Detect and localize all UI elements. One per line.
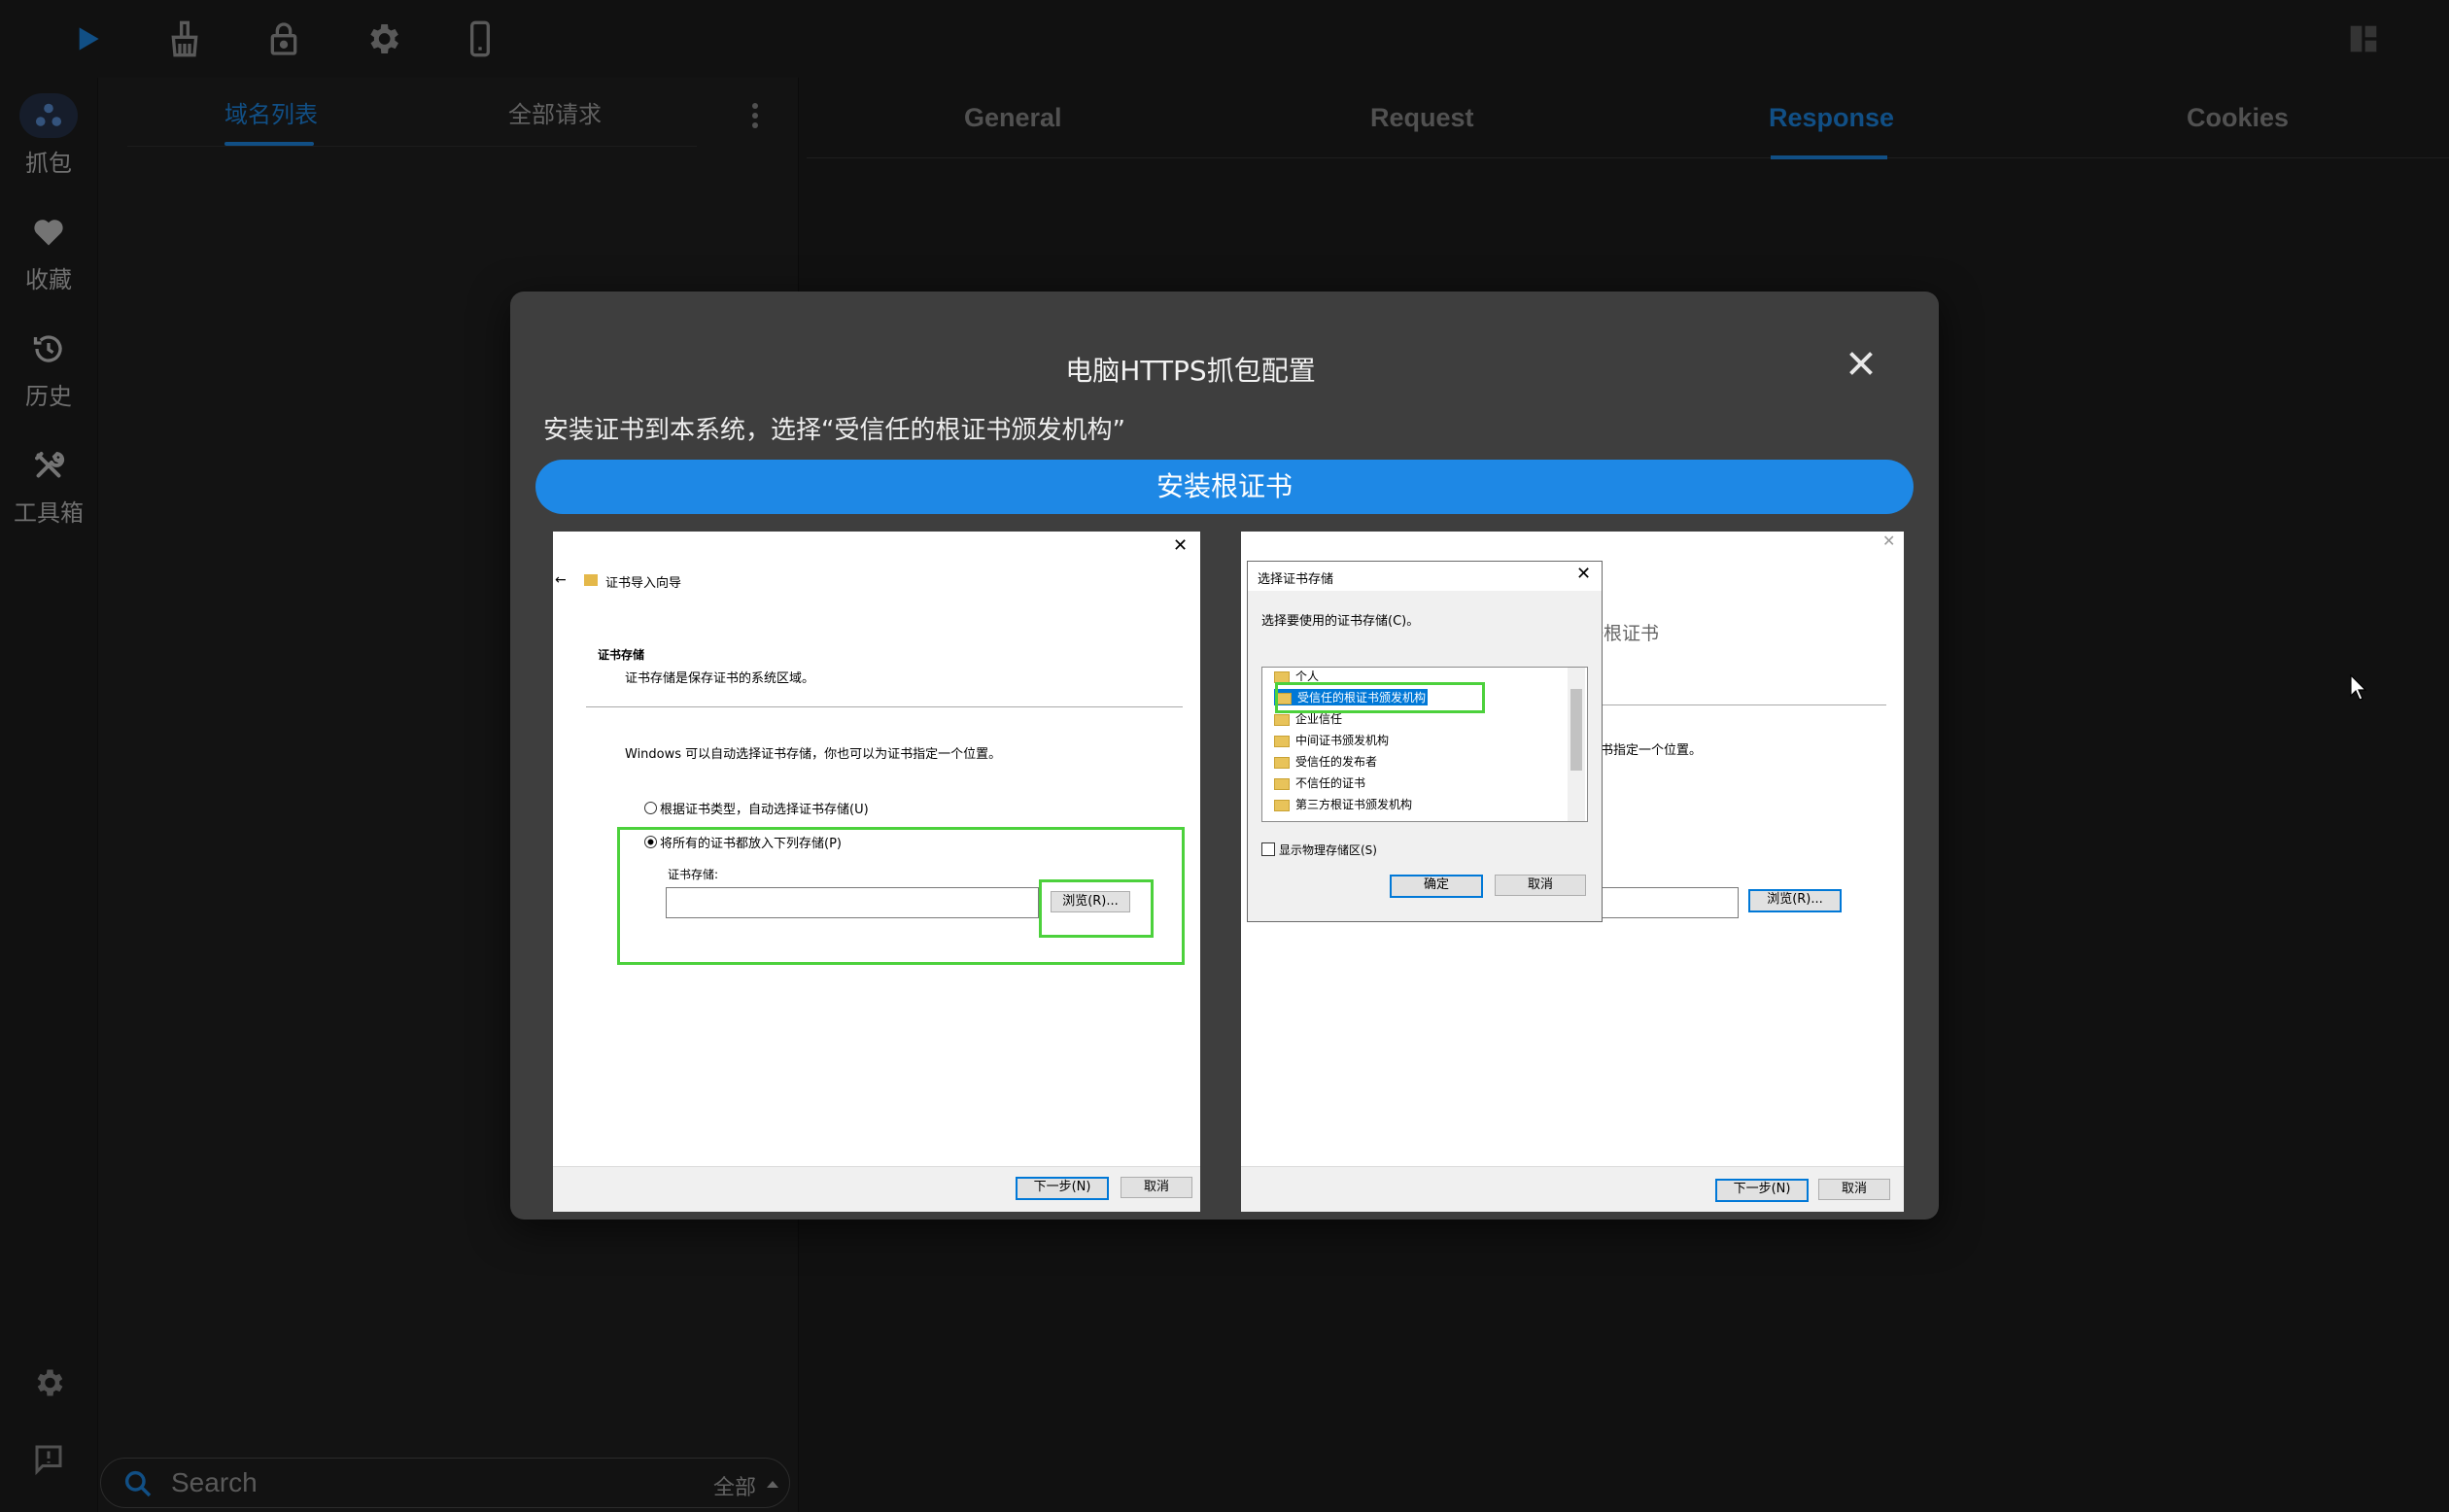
- cert-icon: [584, 574, 598, 586]
- cancel-button: 取消: [1818, 1179, 1890, 1200]
- instruction-text: 安装证书到本系统，选择“受信任的根证书颁发机构”: [543, 416, 1125, 445]
- install-root-cert-button[interactable]: 安装根证书: [535, 460, 1914, 514]
- https-config-dialog: 电脑HTTPS抓包配置 安装证书到本系统，选择“受信任的根证书颁发机构” 安装根…: [510, 292, 1939, 1220]
- close-icon: ✕: [1576, 564, 1592, 584]
- highlight-box: [1039, 879, 1154, 938]
- body-text: Windows 可以自动选择证书存储，你也可以为证书指定一个位置。: [625, 747, 1002, 762]
- next-button: 下一步(N): [1715, 1179, 1809, 1202]
- back-arrow-icon: ←: [555, 572, 567, 588]
- store-field: [1591, 887, 1739, 918]
- mouse-cursor-icon: [2350, 673, 2369, 706]
- store-item: 第三方根证书颁发机构: [1274, 796, 1412, 812]
- radio-auto-label: 根据证书类型，自动选择证书存储(U): [660, 803, 869, 817]
- browse-button: 浏览(R)...: [1748, 889, 1842, 912]
- cancel-button: 取消: [1495, 875, 1586, 896]
- highlight-box: [1275, 682, 1485, 713]
- dialog-title: 电脑HTTPS抓包配置: [1065, 355, 1316, 387]
- scrollbar: [1568, 668, 1585, 821]
- bg-text: 书指定一个位置。: [1601, 743, 1703, 758]
- section-desc: 证书存储是保存证书的系统区域。: [625, 671, 815, 686]
- store-item: 受信任的发布者: [1274, 753, 1377, 770]
- store-item: 中间证书颁发机构: [1274, 732, 1389, 748]
- wizard-footer: 下一步(N) 取消: [1241, 1166, 1904, 1212]
- close-icon: ✕: [1173, 535, 1189, 556]
- checkbox: [1261, 842, 1275, 856]
- scroll-thumb: [1570, 689, 1582, 771]
- wizard-title: 证书导入向导: [605, 576, 682, 591]
- close-icon[interactable]: [1844, 346, 1879, 381]
- radio-auto: [644, 802, 657, 814]
- ok-button: 确定: [1390, 875, 1483, 898]
- cert-wizard-screenshot: ✕ ← 证书导入向导 证书存储 证书存储是保存证书的系统区域。 Windows …: [553, 532, 1200, 1212]
- store-dialog: 选择证书存储 ✕ 选择要使用的证书存储(C)。 个人 受信任的根证书颁发机构 企…: [1247, 561, 1603, 922]
- dialog-title: 选择证书存储: [1258, 572, 1334, 587]
- close-icon: ✕: [1882, 532, 1896, 550]
- wizard-footer: 下一步(N) 取消: [553, 1166, 1200, 1212]
- store-item: 不信任的证书: [1274, 774, 1365, 791]
- cancel-button: 取消: [1121, 1177, 1192, 1198]
- dialog-prompt: 选择要使用的证书存储(C)。: [1261, 614, 1420, 629]
- divider: [586, 706, 1183, 707]
- show-physical-label: 显示物理存储区(S): [1279, 843, 1377, 857]
- next-button: 下一步(N): [1016, 1177, 1109, 1200]
- section-title: 证书存储: [598, 648, 645, 662]
- select-store-screenshot: ✕ 书指定一个位置。 浏览(R)... 此处必须选择受信任根证书 选择证书存储 …: [1241, 532, 1904, 1212]
- divider: [1601, 704, 1886, 705]
